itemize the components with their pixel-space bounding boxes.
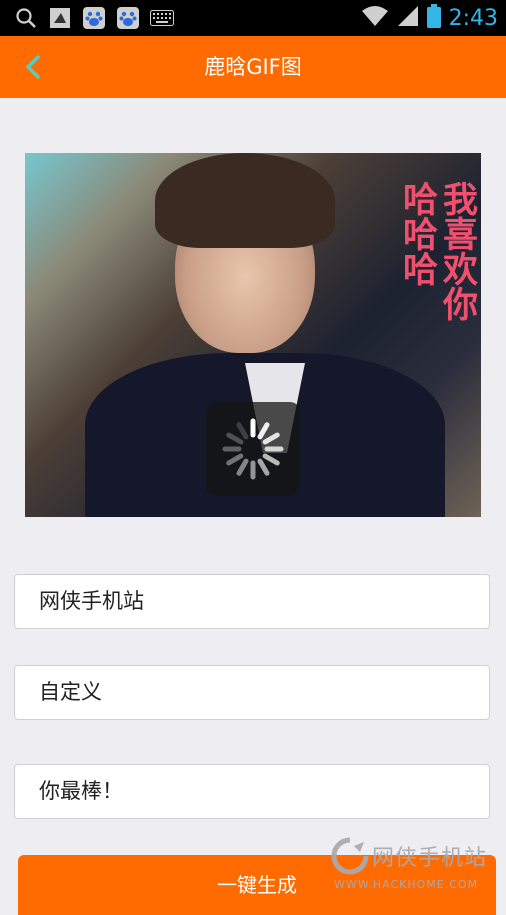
loading-indicator [206,402,300,496]
search-icon [14,6,38,30]
gif-overlay-text: 我喜欢你 哈哈哈 [377,181,477,351]
baidu-paw-icon [82,6,106,30]
gif-overlay-line-1: 我喜欢你 [437,181,477,321]
status-notification-icons [14,6,174,30]
wifi-icon [361,5,389,31]
watermark-url: WWW.HACKHOME.COM [334,878,479,891]
app-bar: 鹿晗GIF图 [0,36,506,98]
watermark: 网侠手机站 WWW.HACKHOME.COM [330,836,506,896]
status-time: 2:43 [448,5,498,31]
battery-icon [426,4,441,32]
keyboard-icon [150,6,174,30]
baidu-paw-icon [116,6,140,30]
debug-icon [48,6,72,30]
page-title: 鹿晗GIF图 [204,55,302,79]
status-bar: 2:43 [0,0,506,36]
text-field-2[interactable]: 自定义 [14,665,490,720]
signal-icon [397,5,419,31]
status-system-icons: 2:43 [361,4,498,32]
text-field-1[interactable]: 网侠手机站 [14,574,490,629]
gif-overlay-line-2: 哈哈哈 [397,181,437,286]
watermark-logo-icon [331,837,369,875]
gif-preview[interactable]: 我喜欢你 哈哈哈 [25,153,481,517]
spinner-icon [222,418,284,480]
text-field-3[interactable]: 你最棒！ [14,764,490,819]
watermark-text: 网侠手机站 [372,846,488,871]
gif-figure-hair [155,153,335,248]
